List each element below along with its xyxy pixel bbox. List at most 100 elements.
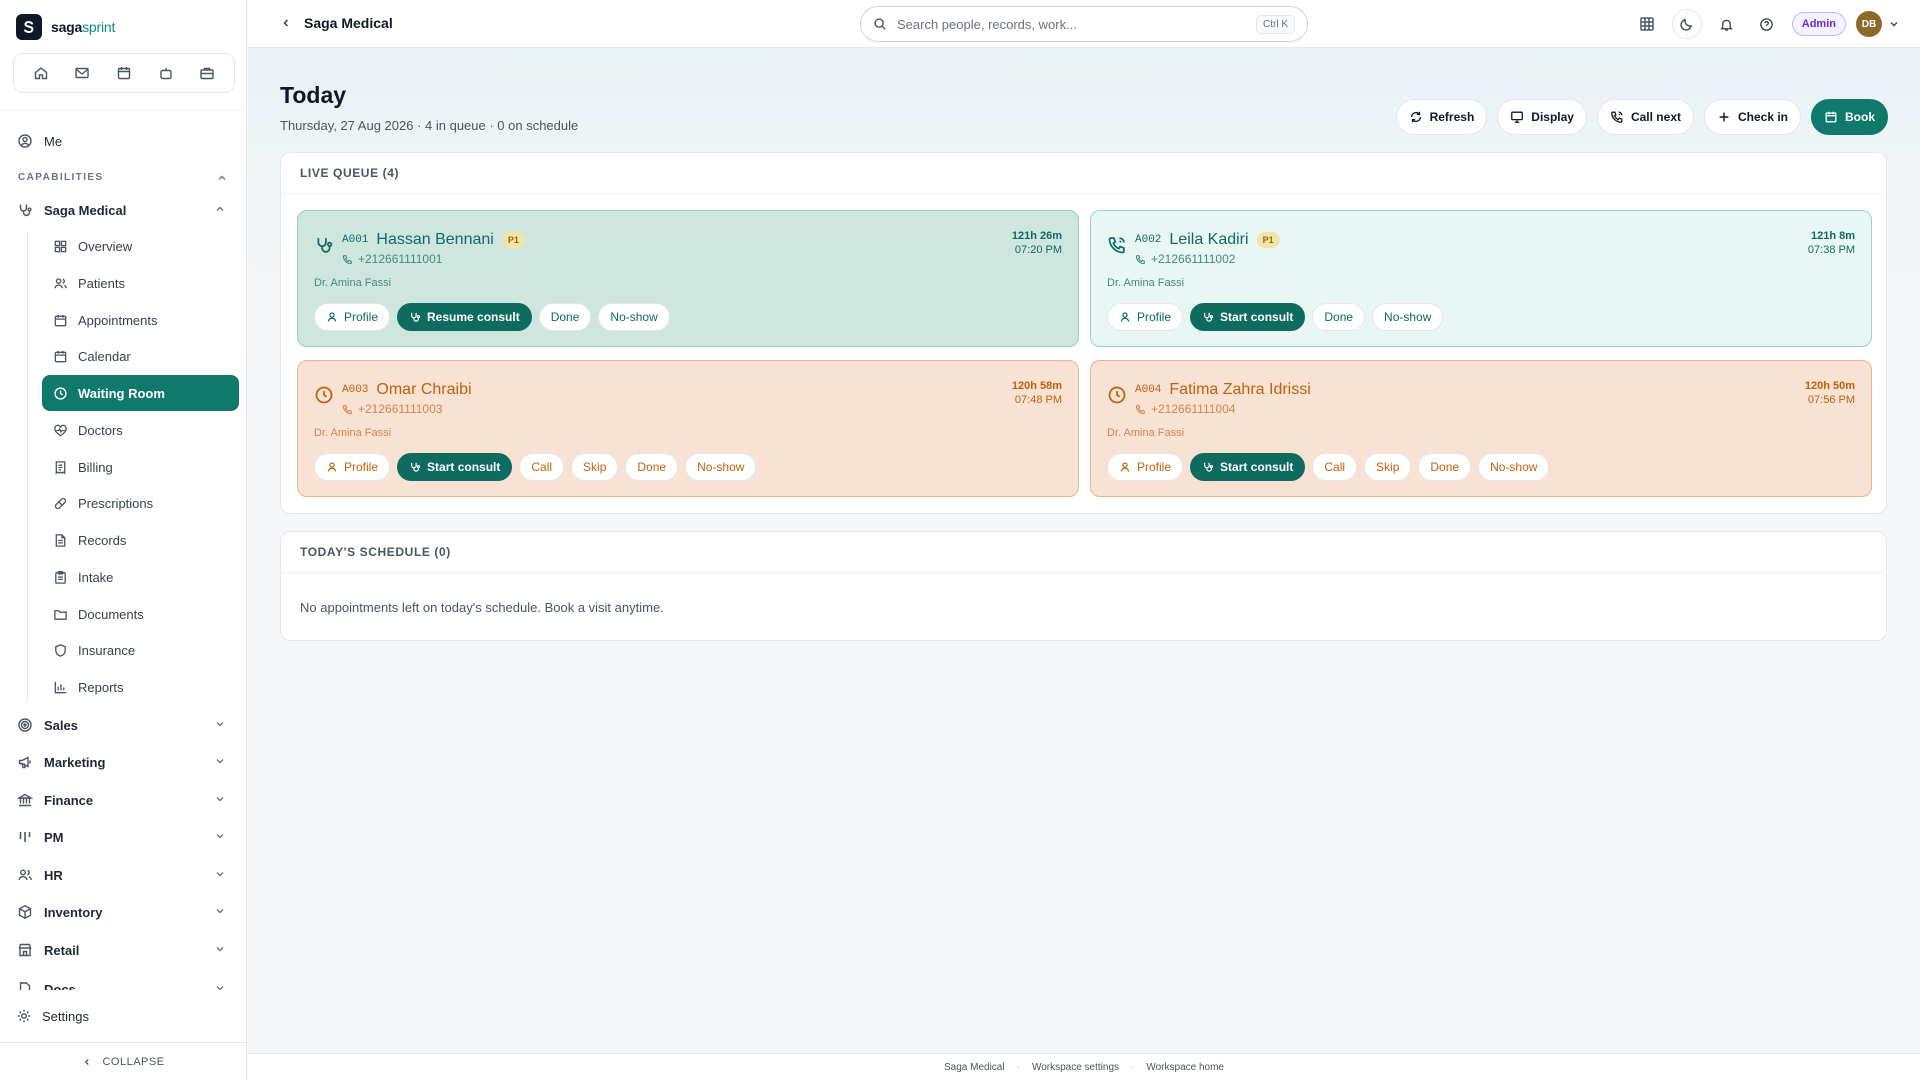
nav-group-sales[interactable]: Sales xyxy=(16,710,232,740)
chevron-down-icon xyxy=(214,755,226,767)
file-text-icon xyxy=(52,532,68,548)
moon-icon[interactable] xyxy=(1671,9,1702,39)
sidebar-item-documents[interactable]: Documents xyxy=(42,596,239,632)
skip-button[interactable]: Skip xyxy=(1364,453,1412,481)
skip-button[interactable]: Skip xyxy=(571,453,619,481)
no-show-button[interactable]: No-show xyxy=(1478,453,1550,481)
done-button[interactable]: Done xyxy=(538,303,592,331)
sidebar-item-doctors[interactable]: Doctors xyxy=(42,412,239,448)
sidebar-item-label: Billing xyxy=(78,459,113,475)
call-next-button[interactable]: Call next xyxy=(1596,99,1694,135)
patient-name[interactable]: Hassan Bennani xyxy=(376,231,493,249)
target-icon xyxy=(16,716,34,734)
nav-item-me[interactable]: Me xyxy=(16,126,232,156)
sidebar-item-appointments[interactable]: Appointments xyxy=(42,302,239,338)
sidebar-item-label: Calendar xyxy=(78,348,131,364)
patient-name[interactable]: Omar Chraibi xyxy=(376,381,471,399)
queue-card-actions: Profile Start consult Call Skip Done No-… xyxy=(1107,453,1550,481)
nav-section-saga-medical[interactable]: Saga Medical xyxy=(16,195,232,225)
check-in-time: 07:38 PM xyxy=(1807,244,1855,256)
sidebar-item-prescriptions[interactable]: Prescriptions xyxy=(42,485,239,521)
grid-icon[interactable] xyxy=(1632,9,1662,39)
profile-button[interactable]: Profile xyxy=(1107,303,1184,331)
sidebar-item-overview[interactable]: Overview xyxy=(42,228,239,264)
sidebar-item-intake[interactable]: Intake xyxy=(42,559,239,595)
mail-icon[interactable] xyxy=(68,59,96,87)
stethoscope-icon xyxy=(1202,311,1214,323)
start-consult-button[interactable]: Start consult xyxy=(1190,453,1306,481)
check-in-button[interactable]: Check in xyxy=(1703,99,1801,135)
profile-button[interactable]: Profile xyxy=(314,453,391,481)
call-button[interactable]: Call xyxy=(519,453,565,481)
no-show-button[interactable]: No-show xyxy=(598,303,670,331)
phone-call-icon xyxy=(1107,235,1127,255)
sidebar-item-calendar[interactable]: Calendar xyxy=(42,338,239,374)
user-menu[interactable]: DB xyxy=(1856,11,1900,37)
sidebar-item-label: Appointments xyxy=(78,312,158,328)
profile-button[interactable]: Profile xyxy=(1107,453,1184,481)
sidebar-item-records[interactable]: Records xyxy=(42,522,239,558)
clock-icon xyxy=(314,385,334,405)
start-consult-button[interactable]: Start consult xyxy=(1190,303,1306,331)
sidebar-item-billing[interactable]: Billing xyxy=(42,449,239,485)
clipboard-icon xyxy=(52,569,68,585)
help-icon[interactable] xyxy=(1752,9,1782,39)
bot-icon[interactable] xyxy=(152,59,180,87)
no-show-button[interactable]: No-show xyxy=(1372,303,1444,331)
nav-group-label: Finance xyxy=(44,792,94,808)
nav-group-marketing[interactable]: Marketing xyxy=(16,747,232,777)
footer-link-workspace-settings[interactable]: Workspace settings xyxy=(1032,1062,1119,1073)
patient-name[interactable]: Leila Kadiri xyxy=(1169,231,1248,249)
stethoscope-icon xyxy=(16,201,34,219)
nav-item-settings[interactable]: Settings xyxy=(16,1004,89,1028)
patient-name[interactable]: Fatima Zahra Idrissi xyxy=(1169,381,1310,399)
display-button[interactable]: Display xyxy=(1497,99,1587,135)
queue-card-actions: Profile Start consult Done No-show xyxy=(1107,303,1444,331)
done-button[interactable]: Done xyxy=(625,453,679,481)
search-input[interactable] xyxy=(897,16,1246,32)
calendar-icon[interactable] xyxy=(110,59,138,87)
check-in-time: 07:48 PM xyxy=(1014,394,1062,406)
queue-card[interactable]: A004 Fatima Zahra Idrissi +212661111004 … xyxy=(1090,360,1872,497)
box-icon xyxy=(16,903,34,921)
sidebar-item-patients[interactable]: Patients xyxy=(42,265,239,301)
sidebar-item-reports[interactable]: Reports xyxy=(42,669,239,705)
nav-group-retail[interactable]: Retail xyxy=(16,935,232,965)
nav-group-hr[interactable]: HR xyxy=(16,860,232,890)
profile-button[interactable]: Profile xyxy=(314,303,391,331)
sidebar-item-label: Records xyxy=(78,532,127,548)
start-consult-button[interactable]: Start consult xyxy=(397,453,513,481)
sidebar-item-waiting-room[interactable]: Waiting Room xyxy=(42,375,239,411)
brand[interactable]: sagasprint xyxy=(16,14,115,40)
queue-card[interactable]: A003 Omar Chraibi +212661111003 Dr. Amin… xyxy=(297,360,1079,497)
chevron-up-icon[interactable] xyxy=(216,172,228,184)
topbar-actions: Admin DB xyxy=(1632,9,1900,39)
done-button[interactable]: Done xyxy=(1418,453,1472,481)
nav-group-inventory[interactable]: Inventory xyxy=(16,897,232,927)
sidebar-item-insurance[interactable]: Insurance xyxy=(42,632,239,668)
queue-card[interactable]: A002 Leila Kadiri P1 +212661111002 Dr. A… xyxy=(1090,210,1872,347)
done-button[interactable]: Done xyxy=(1312,303,1366,331)
sidebar-item-label: Overview xyxy=(78,238,133,254)
nav-group-finance[interactable]: Finance xyxy=(16,785,232,815)
bell-icon[interactable] xyxy=(1712,9,1742,39)
book-button[interactable]: Book xyxy=(1811,99,1888,135)
global-search[interactable]: Ctrl K xyxy=(860,6,1308,42)
nav-group-docs[interactable]: Docs xyxy=(16,978,232,990)
home-icon[interactable] xyxy=(27,59,55,87)
no-show-button[interactable]: No-show xyxy=(685,453,757,481)
resume-consult-button[interactable]: Resume consult xyxy=(397,303,532,331)
breadcrumb-title[interactable]: Saga Medical xyxy=(304,15,393,31)
nav-group-pm[interactable]: PM xyxy=(16,822,232,852)
queue-card[interactable]: A001 Hassan Bennani P1 +212661111001 Dr.… xyxy=(297,210,1079,347)
page-actions: Refresh Display Call next Check in Book xyxy=(1395,99,1888,135)
footer-link-saga-medical[interactable]: Saga Medical xyxy=(944,1062,1005,1073)
refresh-button[interactable]: Refresh xyxy=(1395,99,1488,135)
nav-group-label: Docs xyxy=(44,981,76,991)
back-chevron-icon[interactable] xyxy=(280,17,292,29)
collapse-sidebar-button[interactable]: COLLAPSE xyxy=(0,1042,247,1080)
call-button[interactable]: Call xyxy=(1312,453,1358,481)
footer-separator: · xyxy=(1131,1061,1135,1073)
briefcase-icon[interactable] xyxy=(193,59,221,87)
footer-link-workspace-home[interactable]: Workspace home xyxy=(1146,1062,1224,1073)
